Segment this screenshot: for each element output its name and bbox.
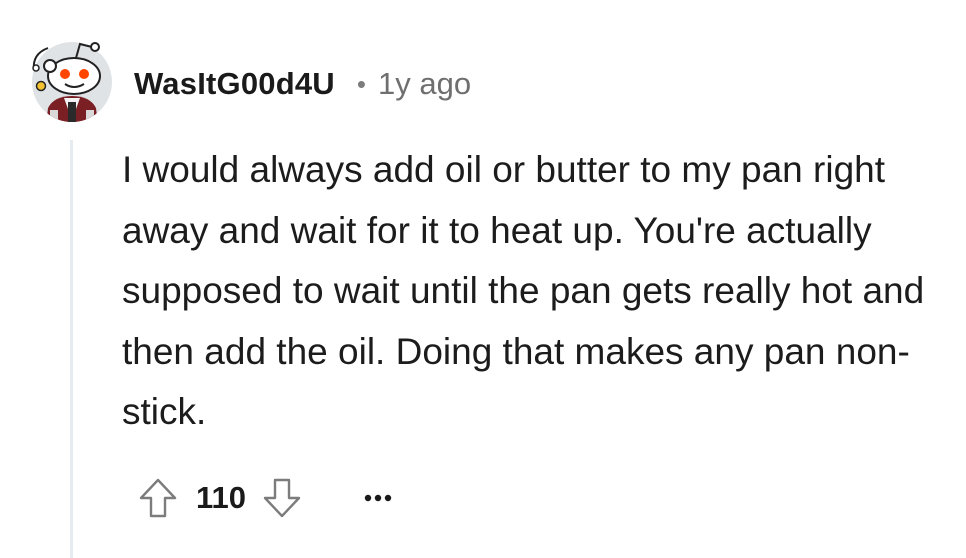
upvote-button[interactable] — [130, 470, 186, 526]
arrow-up-outline-icon — [139, 478, 177, 518]
vote-score: 110 — [196, 480, 247, 515]
user-avatar[interactable] — [24, 30, 120, 126]
downvote-button[interactable] — [254, 470, 310, 526]
author-username[interactable]: WasItG00d4U — [134, 66, 335, 102]
comment-text: I would always add oil or butter to my p… — [122, 149, 925, 432]
thread-line[interactable] — [70, 140, 73, 558]
snoo-avatar-icon — [32, 42, 112, 122]
arrow-down-outline-icon — [263, 478, 301, 518]
ellipsis-icon — [364, 494, 392, 502]
comment-timestamp[interactable]: 1y ago — [378, 66, 471, 102]
comment-body: I would always add oil or butter to my p… — [122, 140, 942, 443]
more-options-button[interactable] — [358, 478, 398, 518]
comment-meta: WasItG00d4U • 1y ago — [134, 62, 471, 106]
meta-separator: • — [356, 68, 366, 99]
comment-actions: 110 — [130, 470, 398, 526]
